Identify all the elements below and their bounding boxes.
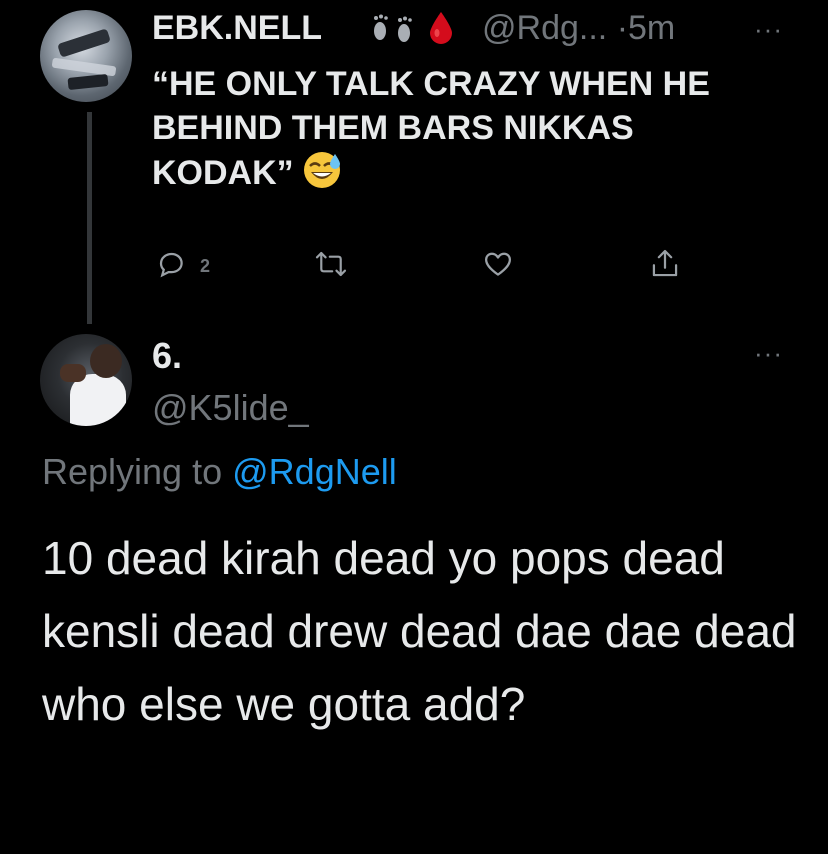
- tweet1-display-name[interactable]: EBK.NELL: [152, 8, 322, 48]
- reply-count: 2: [200, 255, 211, 276]
- reply-icon: [156, 249, 186, 284]
- sweat-smile-emoji: [302, 150, 342, 201]
- tweet2-display-name[interactable]: 6.: [152, 334, 182, 378]
- tweet1-action-bar: 2: [156, 248, 696, 284]
- tweet1-handle-time[interactable]: @Rdg... ·5m: [482, 8, 675, 48]
- replying-to-label: Replying to: [42, 451, 223, 492]
- retweet-icon: [314, 249, 348, 284]
- replying-to-mention-link[interactable]: @RdgNell: [232, 451, 397, 492]
- separator-dot: ·: [616, 9, 629, 47]
- like-icon: [482, 249, 514, 284]
- share-icon: [650, 248, 680, 285]
- avatar-ebk-nell[interactable]: [40, 10, 132, 102]
- tweet1-more-options-button[interactable]: ···: [754, 16, 783, 42]
- tweet1-handle[interactable]: @Rdg...: [482, 9, 607, 47]
- tweet1-body: “HE ONLY TALK CRAZY WHEN HE BEHIND THEM …: [152, 62, 732, 201]
- replying-to-line: Replying to @RdgNell: [42, 450, 397, 494]
- reply-button[interactable]: 2: [156, 248, 210, 284]
- blood-drop-icon: [428, 11, 454, 50]
- tweet2-text: 10 dead kirah dead yo pops dead kensli d…: [42, 532, 797, 730]
- share-button[interactable]: [650, 248, 680, 284]
- thread-connector-line: [87, 112, 92, 324]
- footprints-icon: [370, 13, 422, 48]
- retweet-button[interactable]: [314, 248, 348, 284]
- like-button[interactable]: [482, 248, 514, 284]
- tweet2-handle[interactable]: @K5lide_: [152, 386, 309, 430]
- tweet2-more-options-button[interactable]: ···: [754, 340, 783, 366]
- tweet1-text: “HE ONLY TALK CRAZY WHEN HE BEHIND THEM …: [152, 65, 710, 192]
- tweet1-name-emojis: [370, 10, 454, 50]
- avatar-k5lide[interactable]: [40, 334, 132, 426]
- tweet1-timestamp[interactable]: 5m: [628, 9, 675, 47]
